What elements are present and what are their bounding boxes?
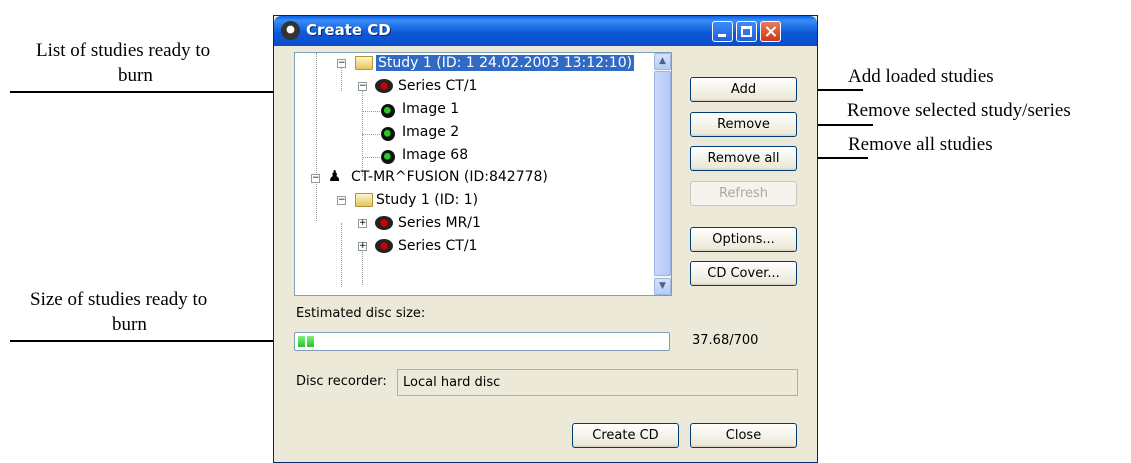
callout-add-loaded: Add loaded studies <box>848 66 994 87</box>
create-cd-button[interactable]: Create CD <box>572 423 679 448</box>
remove-all-button[interactable]: Remove all <box>690 146 797 171</box>
tree-item-series-mr[interactable]: Series MR/1 <box>398 213 481 233</box>
remove-button[interactable]: Remove <box>690 112 797 137</box>
tree-item-series-ct[interactable]: Series CT/1 <box>398 76 477 96</box>
collapse-toggle-study[interactable]: − <box>337 59 346 68</box>
callout-size-studies-line1: Size of studies ready to <box>30 289 208 310</box>
tree-item-image-1[interactable]: Image 1 <box>402 99 459 119</box>
maximize-button[interactable] <box>736 21 757 42</box>
options-button[interactable]: Options... <box>690 227 797 252</box>
disc-recorder-field[interactable]: Local hard disc <box>397 369 798 396</box>
folder-icon <box>355 193 373 207</box>
series-icon <box>375 79 393 93</box>
disc-recorder-label: Disc recorder: <box>296 374 387 389</box>
progress-segment <box>307 336 314 347</box>
expand-toggle-series-mr[interactable]: + <box>358 219 367 228</box>
image-icon <box>381 127 395 141</box>
scroll-up-arrow[interactable]: ▲ <box>654 53 671 70</box>
folder-icon <box>355 56 373 70</box>
create-cd-dialog: Create CD − Study 1 (ID: 1 24.02.2003 13… <box>273 15 818 463</box>
callout-list-studies-line1: List of studies ready to <box>36 40 211 61</box>
collapse-toggle-patient[interactable]: − <box>311 174 320 183</box>
tree-item-image-2[interactable]: Image 2 <box>402 122 459 142</box>
window-title: Create CD <box>306 21 391 39</box>
disc-size-value: 37.68/700 <box>692 333 759 348</box>
series-icon <box>375 216 393 230</box>
app-icon <box>281 21 300 40</box>
tree-item-study-1-b[interactable]: Study 1 (ID: 1) <box>376 190 478 210</box>
callout-remove-selected: Remove selected study/series <box>847 100 1071 121</box>
estimated-disc-size-label: Estimated disc size: <box>296 306 426 321</box>
tree-item-series-ct-b[interactable]: Series CT/1 <box>398 236 477 256</box>
tree-scrollbar[interactable]: ▲ ▼ <box>654 53 671 295</box>
callout-arrow-size <box>10 340 295 342</box>
tree-item-image-68[interactable]: Image 68 <box>402 145 468 165</box>
add-button[interactable]: Add <box>690 77 797 102</box>
minimize-button[interactable] <box>712 21 733 42</box>
series-icon <box>375 239 393 253</box>
collapse-toggle-series[interactable]: − <box>358 82 367 91</box>
title-bar[interactable]: Create CD <box>274 16 817 46</box>
close-window-button[interactable] <box>760 21 781 42</box>
tree-item-patient[interactable]: CT-MR^FUSION (ID:842778) <box>351 167 548 187</box>
image-icon <box>381 104 395 118</box>
expand-toggle-series-ct[interactable]: + <box>358 242 367 251</box>
study-tree[interactable]: − Study 1 (ID: 1 24.02.2003 13:12:10) − … <box>294 52 672 296</box>
disc-size-progress-bar <box>294 332 670 351</box>
image-icon <box>381 150 395 164</box>
refresh-button[interactable]: Refresh <box>690 181 797 206</box>
callout-arrow-list <box>10 91 296 93</box>
tree-item-study-1[interactable]: Study 1 (ID: 1 24.02.2003 13:12:10) <box>376 53 635 73</box>
collapse-toggle-study-2[interactable]: − <box>337 196 346 205</box>
callout-list-studies-line2: burn <box>118 65 153 86</box>
callout-remove-all: Remove all studies <box>848 134 993 155</box>
cd-cover-button[interactable]: CD Cover... <box>690 261 797 286</box>
progress-segment <box>298 336 305 347</box>
scroll-down-arrow[interactable]: ▼ <box>654 278 671 295</box>
patient-icon: ♟ <box>328 167 342 185</box>
callout-size-studies-line2: burn <box>112 314 147 335</box>
close-button[interactable]: Close <box>690 423 797 448</box>
scroll-thumb[interactable] <box>654 71 671 276</box>
